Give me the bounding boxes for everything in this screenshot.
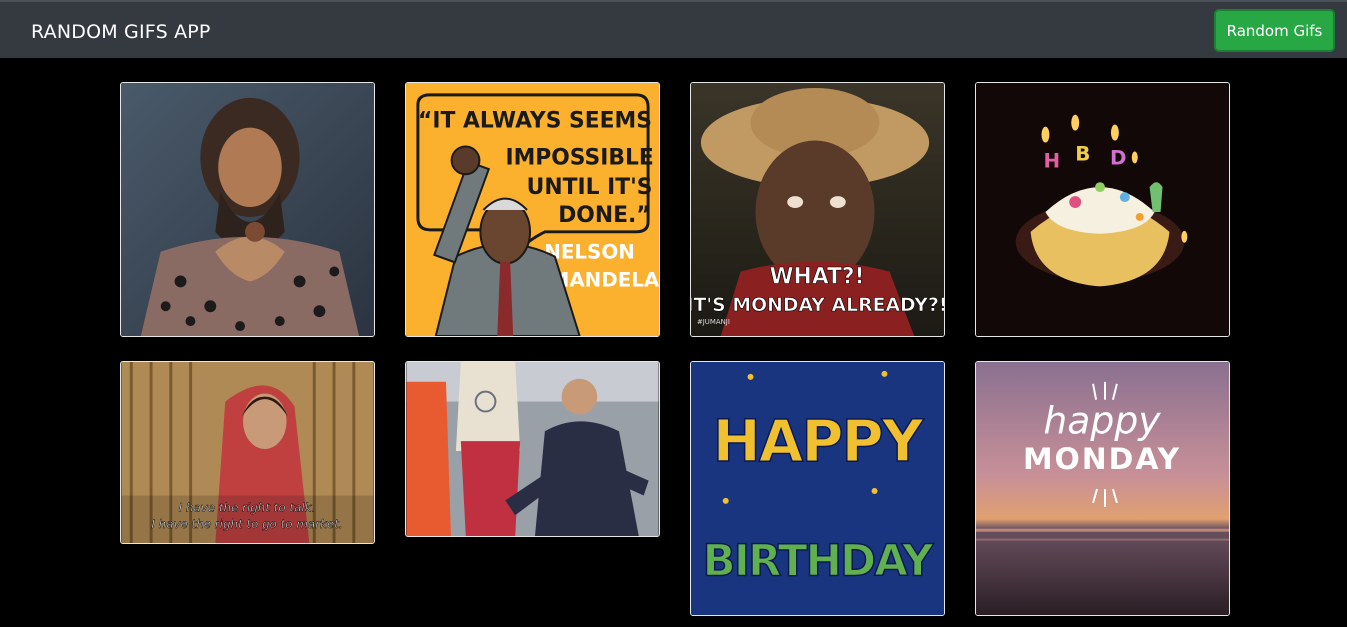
gif-image-birthday-cake: H B D (976, 83, 1229, 336)
subtitle-line-2: I have the right to go to market. (151, 517, 342, 531)
caption-line-1: WHAT?! (770, 264, 865, 289)
quote-line-1: “IT ALWAYS SEEMS (418, 109, 652, 134)
navbar: RANDOM GIFS APP Random Gifs (0, 0, 1347, 58)
gif-card-7[interactable]: HAPPY BIRTHDAY (690, 361, 945, 616)
author-last: MANDELA (550, 268, 659, 291)
greeting-day: MONDAY (1023, 442, 1181, 477)
gif-card-2[interactable]: “IT ALWAYS SEEMS IMPOSSIBLE UNTIL IT'S D… (405, 82, 660, 337)
cake-letter-d: D (1110, 146, 1126, 169)
gif-image-celebrating-coach (406, 362, 659, 536)
cake-letter-h: H (1043, 149, 1060, 172)
quote-line-3: UNTIL IT'S (527, 175, 653, 200)
gif-card-3[interactable]: WHAT?! IT'S MONDAY ALREADY?! #JUMANJI (690, 82, 945, 337)
quote-line-2: IMPOSSIBLE (505, 145, 653, 170)
gif-card-1[interactable] (120, 82, 375, 337)
gif-image-mandela-quote: “IT ALWAYS SEEMS IMPOSSIBLE UNTIL IT'S D… (406, 83, 659, 336)
gif-image-jumanji-monday: WHAT?! IT'S MONDAY ALREADY?! #JUMANJI (691, 83, 944, 336)
author-first: NELSON (544, 241, 635, 264)
gif-image-happy-birthday: HAPPY BIRTHDAY (691, 362, 944, 615)
gif-image-man-heart-hands (121, 83, 374, 336)
caption-line-2: IT'S MONDAY ALREADY?! (691, 295, 944, 316)
cake-letter-b: B (1075, 142, 1090, 165)
greeting-script: happy (1043, 398, 1161, 442)
birthday-word-2: BIRTHDAY (703, 535, 935, 586)
quote-line-4: DONE.” (558, 203, 650, 228)
birthday-word-1: HAPPY (713, 408, 925, 475)
gif-card-4[interactable]: H B D (975, 82, 1230, 337)
gif-image-happy-monday-sunset: happy MONDAY (976, 362, 1229, 615)
gif-card-6[interactable] (405, 361, 660, 537)
subtitle-line-1: I have the right to talk. (179, 500, 316, 514)
hashtag: #JUMANJI (697, 318, 730, 326)
app-title: RANDOM GIFS APP (31, 21, 211, 43)
gif-card-8[interactable]: happy MONDAY (975, 361, 1230, 616)
gif-card-5[interactable]: I have the right to talk. I have the rig… (120, 361, 375, 544)
random-gifs-button[interactable]: Random Gifs (1214, 9, 1335, 52)
gif-image-malala: I have the right to talk. I have the rig… (121, 362, 374, 543)
